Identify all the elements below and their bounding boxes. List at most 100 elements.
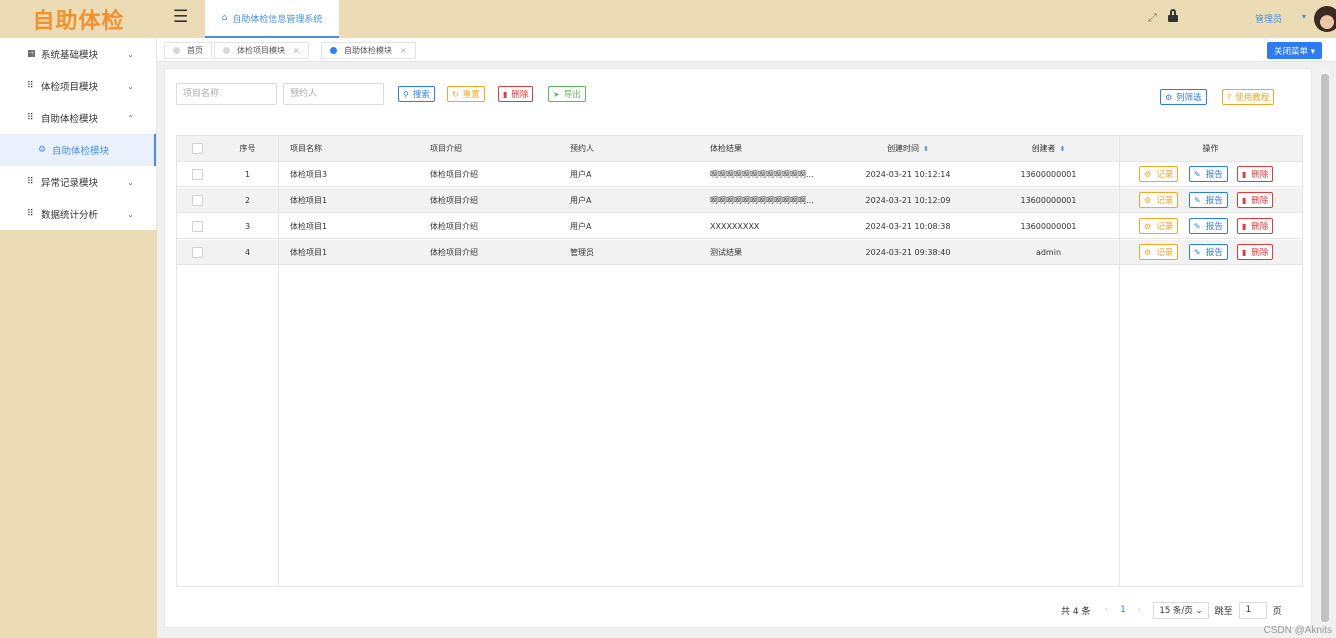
- delete-button[interactable]: ▮ 删除: [1237, 166, 1274, 182]
- lock-icon[interactable]: [1168, 9, 1178, 23]
- header-select-all[interactable]: [177, 136, 217, 161]
- hamburger-menu-icon[interactable]: ☰: [173, 9, 188, 26]
- tags-bar: 首页 体检项目模块 × 自助体检模块 × 关闭菜单 ▾: [157, 38, 1336, 62]
- chevron-down-icon[interactable]: ▾: [1302, 12, 1306, 21]
- header-col-creator[interactable]: 创建者 ⬍: [978, 136, 1119, 161]
- sort-icon[interactable]: ⬍: [923, 145, 929, 153]
- header-label: 创建者: [1031, 144, 1056, 153]
- delete-button[interactable]: ▮ 删除: [1237, 244, 1274, 260]
- tag-exam-project[interactable]: 体检项目模块 ×: [214, 42, 309, 59]
- sidebar-item-data-stats[interactable]: ⠿ 数据统计分析 ⌄: [0, 198, 156, 230]
- apps-icon: ⠿: [27, 113, 34, 123]
- tag-self-exam[interactable]: 自助体检模块 ×: [321, 42, 416, 59]
- tag-home[interactable]: 首页: [164, 42, 212, 59]
- chevron-down-icon: ⌄: [127, 177, 134, 187]
- trash-icon: ▮: [503, 89, 508, 99]
- home-icon: ⌂: [221, 13, 228, 23]
- watermark: CSDN @Aknits: [1263, 625, 1333, 636]
- table-row: 4 体检项目1 体检项目介绍 管理员 测试结果 2024-03-21 09:38:40 ad…: [177, 240, 1302, 265]
- cell-time: 2024-03-21 10:12:09: [865, 195, 951, 205]
- project-name-input[interactable]: [176, 83, 277, 105]
- delete-button[interactable]: ▮ 删除: [1237, 192, 1274, 208]
- delete-button[interactable]: ▮ 删除: [1237, 218, 1274, 234]
- report-button[interactable]: ✎ 报告: [1189, 244, 1228, 260]
- sidebar-item-system-base[interactable]: ▦ 系统基础模块 ⌄: [0, 38, 156, 70]
- header-col-time[interactable]: 创建时间 ⬍: [838, 136, 978, 161]
- sidebar-item-abnormal-record[interactable]: ⠿ 异常记录模块 ⌄: [0, 166, 156, 198]
- row-select-cell[interactable]: [177, 188, 217, 212]
- tag-status-dot: [173, 47, 180, 54]
- cell-creator: admin: [1035, 247, 1062, 257]
- cell-name: 体检项目1: [290, 221, 328, 231]
- next-page-icon[interactable]: ›: [1138, 605, 1142, 615]
- edit-icon: ✎: [1194, 221, 1201, 231]
- row-checkbox[interactable]: [191, 220, 203, 232]
- export-button[interactable]: ➤ 导出: [548, 86, 586, 102]
- header-col-intro: 项目介绍: [430, 136, 558, 161]
- report-button[interactable]: ✎ 报告: [1189, 166, 1228, 182]
- chevron-up-icon: ⌃: [127, 113, 134, 123]
- row-select-cell[interactable]: [177, 162, 217, 186]
- row-checkbox[interactable]: [191, 168, 203, 180]
- sidebar-item-exam-project[interactable]: ⠿ 体检项目模块 ⌄: [0, 70, 156, 102]
- goto-page-input[interactable]: 1: [1238, 601, 1267, 619]
- header-col-person: 预约人: [570, 136, 698, 161]
- cell-time: 2024-03-21 09:38:40: [865, 247, 951, 257]
- tag-label: 体检项目模块: [237, 46, 285, 55]
- appointment-person-input[interactable]: [283, 83, 384, 105]
- vertical-scrollbar[interactable]: [1320, 68, 1330, 628]
- header-col-name: 项目名称: [290, 136, 418, 161]
- sidebar-item-self-exam-sub[interactable]: ⚙ 自助体检模块: [0, 134, 156, 166]
- delete-button[interactable]: ▮ 删除: [498, 86, 534, 102]
- data-table: 序号 项目名称 项目介绍 预约人 体检结果 创建时间 ⬍ 创建者 ⬍ 操作 1 体检项目3 体检项目介…: [176, 135, 1303, 587]
- close-icon[interactable]: ×: [293, 46, 300, 55]
- record-label: 记录: [1156, 248, 1174, 258]
- prev-page-icon[interactable]: ‹: [1104, 605, 1108, 615]
- user-name[interactable]: 管理员: [1255, 12, 1282, 25]
- cell-result: 测试结果: [710, 247, 742, 257]
- record-button[interactable]: ⚙ 记录: [1139, 192, 1179, 208]
- main-content: ⚲搜索 ↻重置 ▮ 删除 ➤导出 ⚙列筛选 ?使用教程 序号 项目名称 项目介绍 预约人…: [164, 68, 1312, 628]
- apps-icon: ⠿: [27, 81, 34, 91]
- search-button[interactable]: ⚲ 搜索: [398, 86, 435, 102]
- row-select-cell[interactable]: [177, 240, 217, 264]
- tab-home-system[interactable]: ⌂ 自助体检信息管理系统: [205, 0, 339, 38]
- cell-creator: 13600000001: [1020, 195, 1077, 205]
- edit-icon: ✎: [1194, 195, 1201, 205]
- sidebar-item-label: 体检项目模块: [41, 82, 99, 93]
- chevron-down-icon: ⌄: [127, 81, 134, 91]
- close-menu-button[interactable]: 关闭菜单 ▾: [1267, 42, 1322, 59]
- cell-name: 体检项目1: [290, 247, 328, 257]
- header-label: 预约人: [570, 144, 594, 153]
- tag-label: 自助体检模块: [344, 46, 392, 55]
- fullscreen-icon[interactable]: ⤢: [1148, 11, 1157, 25]
- avatar[interactable]: [1314, 6, 1336, 32]
- column-filter-button[interactable]: ⚙ 列筛选: [1160, 89, 1207, 105]
- record-button[interactable]: ⚙ 记录: [1139, 218, 1179, 234]
- sidebar: 自助体检 ▦ 系统基础模块 ⌄ ⠿ 体检项目模块 ⌄ ⠿ 自助体检模块 ⌃ ⚙ 自助体检模块 ⠿ 异常记…: [0, 0, 157, 638]
- goto-label: 跳至: [1214, 606, 1233, 617]
- cell-person: 用户A: [570, 195, 592, 205]
- report-button[interactable]: ✎ 报告: [1189, 218, 1228, 234]
- row-checkbox[interactable]: [191, 194, 203, 206]
- sort-icon[interactable]: ⬍: [1060, 145, 1066, 153]
- current-page[interactable]: 1: [1120, 605, 1126, 615]
- select-all-checkbox[interactable]: [191, 143, 203, 154]
- record-label: 记录: [1156, 222, 1174, 232]
- reset-button[interactable]: ↻ 重置: [447, 86, 485, 102]
- record-button[interactable]: ⚙ 记录: [1139, 166, 1179, 182]
- row-checkbox[interactable]: [191, 246, 203, 258]
- close-icon[interactable]: ×: [400, 46, 407, 55]
- apps-icon: ⠿: [27, 177, 34, 187]
- sidebar-item-self-exam[interactable]: ⠿ 自助体检模块 ⌃: [0, 102, 156, 134]
- record-button[interactable]: ⚙ 记录: [1139, 244, 1179, 260]
- sidebar-item-label: 系统基础模块: [41, 50, 99, 61]
- table-header: 序号 项目名称 项目介绍 预约人 体检结果 创建时间 ⬍ 创建者 ⬍ 操作: [177, 136, 1302, 162]
- edit-icon: ✎: [1194, 169, 1201, 179]
- page-size-select[interactable]: 15 条/页 ⌄: [1153, 601, 1209, 619]
- scrollbar-thumb[interactable]: [1321, 74, 1329, 622]
- row-select-cell[interactable]: [177, 214, 217, 238]
- report-button[interactable]: ✎ 报告: [1189, 192, 1228, 208]
- tutorial-button[interactable]: ? 使用教程: [1222, 89, 1275, 105]
- header-col-actions: 操作: [1119, 136, 1302, 161]
